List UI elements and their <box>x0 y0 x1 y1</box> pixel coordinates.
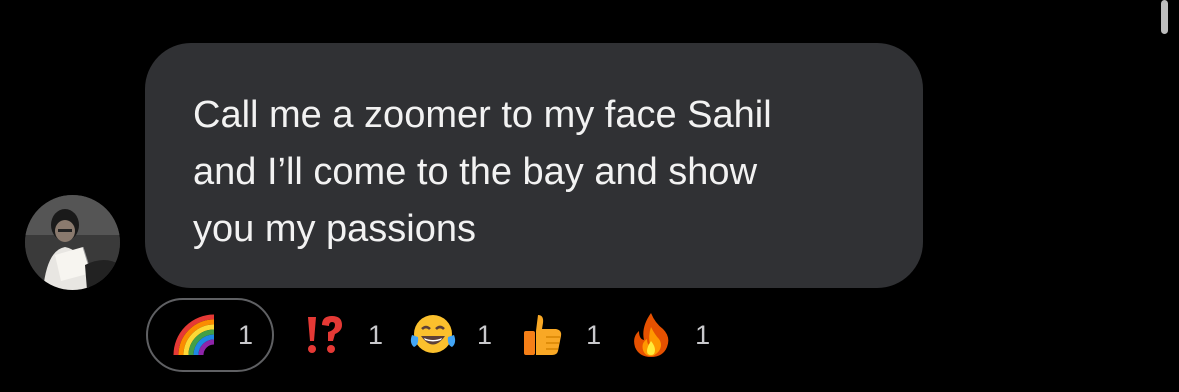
rainbow-icon <box>168 309 220 361</box>
tears-of-joy-icon <box>407 309 459 361</box>
exclamation-question-icon <box>298 309 350 361</box>
reaction-tears-of-joy[interactable]: 1 <box>383 298 492 372</box>
avatar-photo <box>25 195 120 290</box>
fire-icon <box>625 309 677 361</box>
reaction-count: 1 <box>368 319 384 350</box>
reactions-bar: 1 1 1 1 1 <box>146 297 710 373</box>
thumbs-up-icon <box>516 309 568 361</box>
message-text: Call me a zoomer to my face Sahil and I’… <box>193 94 772 250</box>
avatar[interactable] <box>25 195 120 290</box>
scrollbar[interactable] <box>1161 0 1168 34</box>
reaction-count: 1 <box>695 319 711 350</box>
reaction-count: 1 <box>238 319 254 350</box>
reaction-exclamation-question[interactable]: 1 <box>274 298 383 372</box>
reaction-count: 1 <box>477 319 493 350</box>
reaction-count: 1 <box>586 319 602 350</box>
reaction-fire[interactable]: 1 <box>601 298 710 372</box>
message-bubble[interactable]: Call me a zoomer to my face Sahil and I’… <box>145 43 923 288</box>
reaction-rainbow[interactable]: 1 <box>146 298 274 372</box>
reaction-thumbs-up[interactable]: 1 <box>492 298 601 372</box>
